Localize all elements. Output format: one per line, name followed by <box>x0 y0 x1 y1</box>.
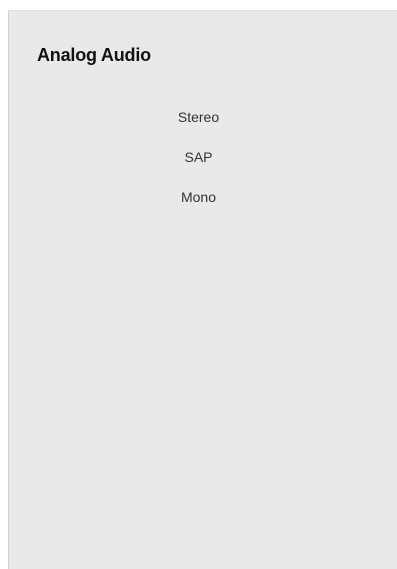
panel-title: Analog Audio <box>37 45 151 65</box>
analog-audio-panel: Analog Audio Stereo SAP Mono <box>8 10 397 569</box>
option-stereo[interactable]: Stereo <box>9 107 397 147</box>
option-sap[interactable]: SAP <box>9 147 397 187</box>
option-mono[interactable]: Mono <box>9 187 397 227</box>
audio-options-list: Stereo SAP Mono <box>9 107 397 227</box>
